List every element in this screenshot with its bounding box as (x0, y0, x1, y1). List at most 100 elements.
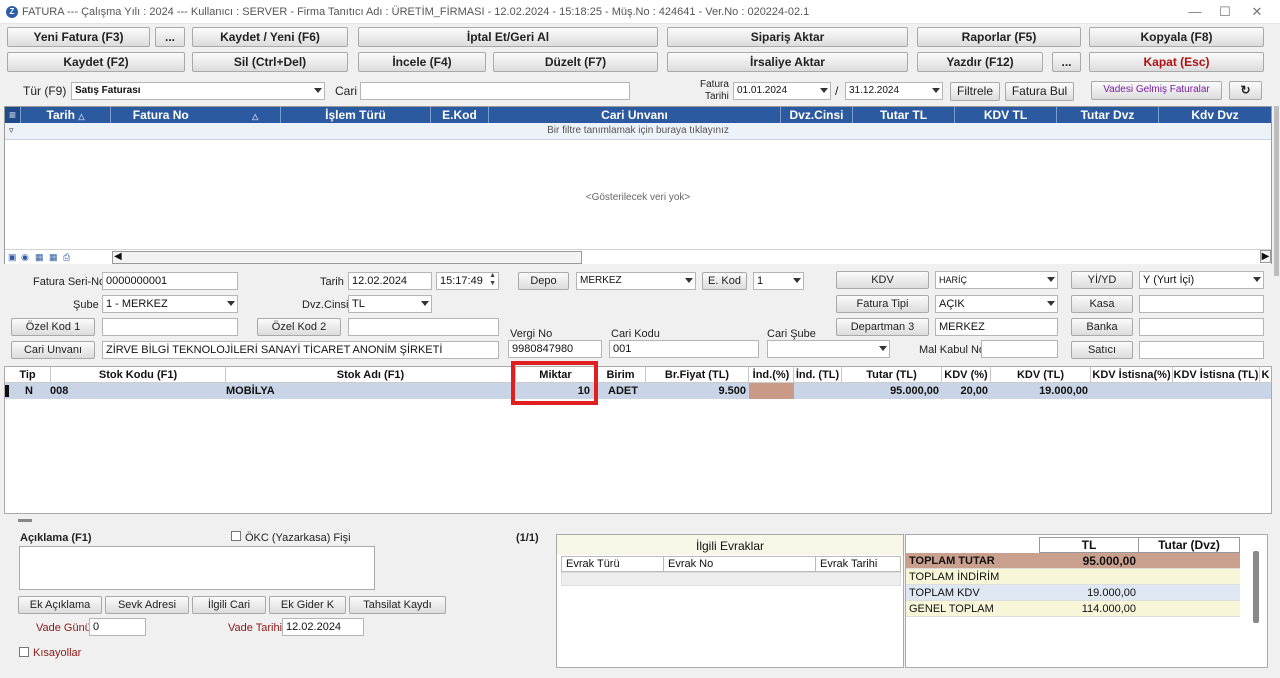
vade-tarihi-input[interactable]: 12.02.2024 (282, 618, 364, 636)
ozel-kod1-button[interactable]: Özel Kod 1 (11, 318, 95, 336)
splitter-handle[interactable] (18, 519, 32, 522)
col-cari-unvani[interactable]: Cari Unvanı (489, 107, 781, 123)
kaydet-button[interactable]: Kaydet (F2) (7, 52, 185, 72)
col-evrak-tarihi[interactable]: Evrak Tarihi (816, 557, 900, 571)
cell-stok-adi[interactable]: MOBİLYA (226, 383, 506, 399)
close-icon[interactable]: ✕ (1242, 3, 1272, 21)
col-stok-adi[interactable]: Stok Adı (F1) (226, 367, 516, 383)
window-scrollbar[interactable] (1274, 106, 1279, 276)
fatura-tipi-select[interactable]: AÇIK (935, 295, 1058, 313)
col-islem-turu[interactable]: İşlem Türü (281, 107, 431, 123)
kasa-button[interactable]: Kasa (1071, 295, 1133, 313)
okc-checkbox[interactable] (231, 531, 241, 541)
cell-ind-tl[interactable] (794, 383, 842, 399)
col-tutar[interactable]: Tutar (TL) (842, 367, 942, 383)
sevk-adresi-button[interactable]: Sevk Adresi (105, 596, 189, 614)
col-kdv-istisna-pct[interactable]: KDV İstisna(%) (1091, 367, 1173, 383)
iptal-button[interactable]: İptal Et/Geri Al (358, 27, 658, 47)
tarih-input[interactable]: 12.02.2024 (348, 272, 432, 290)
scroll-left-icon[interactable]: ◀ (114, 251, 122, 262)
cell-kdv-pct[interactable]: 20,00 (942, 383, 988, 399)
horizontal-scrollbar[interactable]: ◀ (112, 251, 582, 264)
ilgili-cari-button[interactable]: İlgili Cari (192, 596, 266, 614)
cari-input[interactable] (360, 82, 630, 100)
dvz-cinsi-select[interactable]: TL (348, 295, 432, 313)
vadesi-gelmis-button[interactable]: Vadesi Gelmiş Faturalar (1091, 81, 1222, 100)
sube-select[interactable]: 1 - MERKEZ (102, 295, 238, 313)
col-tarih[interactable]: Tarih △ (21, 107, 111, 123)
col-stok-kodu[interactable]: Stok Kodu (F1) (51, 367, 226, 383)
cari-unvani-button[interactable]: Cari Unvanı (11, 341, 95, 359)
ekod-button[interactable]: E. Kod (702, 272, 747, 290)
yazdir-button[interactable]: Yazdır (F12) (917, 52, 1043, 72)
cell-br-fiyat[interactable]: 9.500 (646, 383, 746, 399)
cari-kodu-input[interactable]: 001 (609, 340, 759, 358)
maximize-icon[interactable]: ☐ (1210, 3, 1240, 21)
cell-kdv-istisna-tl[interactable] (1173, 383, 1260, 399)
cell-ind-pct[interactable] (749, 383, 794, 399)
cell-tip[interactable]: N (25, 383, 45, 399)
tur-select[interactable]: Satış Faturası (71, 82, 325, 100)
refresh-icon[interactable]: ↻ (1229, 81, 1262, 100)
yiyd-button[interactable]: Yİ/YD (1071, 271, 1133, 289)
more-button-2[interactable]: ... (1052, 52, 1081, 72)
siparis-aktar-button[interactable]: Sipariş Aktar (667, 27, 908, 47)
cari-sube-select[interactable] (767, 340, 890, 358)
banka-button[interactable]: Banka (1071, 318, 1133, 336)
departman-input[interactable]: MERKEZ (935, 318, 1058, 336)
col-ind-tl[interactable]: İnd. (TL) (794, 367, 842, 383)
tahsilat-kaydi-button[interactable]: Tahsilat Kaydı (349, 596, 446, 614)
col-kdv-tl[interactable]: KDV (TL) (991, 367, 1091, 383)
print-icon[interactable]: ⎙ (63, 252, 70, 263)
fatura-tipi-button[interactable]: Fatura Tipi (836, 295, 929, 313)
col-birim[interactable]: Birim (596, 367, 646, 383)
cari-unvani-input[interactable]: ZİRVE BİLGİ TEKNOLOJİLERİ SANAYİ TİCARET… (102, 341, 499, 359)
kdv-button[interactable]: KDV (836, 271, 929, 289)
col-evrak-turu[interactable]: Evrak Türü (562, 557, 664, 571)
depo-button[interactable]: Depo (518, 272, 569, 290)
col-evrak-no[interactable]: Evrak No (664, 557, 816, 571)
kopyala-button[interactable]: Kopyala (F8) (1089, 27, 1264, 47)
col-ind-pct[interactable]: İnd.(%) (749, 367, 794, 383)
aciklama-textarea[interactable] (19, 546, 375, 590)
scroll-right-icon[interactable]: ▶ (1260, 250, 1271, 263)
filter-row[interactable]: ▿ Bir filtre tanımlamak için buraya tıkl… (5, 123, 1271, 140)
irsaliye-aktar-button[interactable]: İrsaliye Aktar (667, 52, 908, 72)
kapat-button[interactable]: Kapat (Esc) (1089, 52, 1264, 72)
departman-button[interactable]: Departman 3 (836, 318, 929, 336)
vade-gunu-input[interactable]: 0 (89, 618, 146, 636)
minimize-icon[interactable]: — (1180, 3, 1210, 21)
col-br-fiyat[interactable]: Br.Fiyat (TL) (646, 367, 749, 383)
fatura-seri-no-input[interactable]: 0000000001 (102, 272, 238, 290)
col-fatura-no[interactable]: Fatura No △ (111, 107, 281, 123)
ek-aciklama-button[interactable]: Ek Açıklama (18, 596, 102, 614)
ozel-kod2-button[interactable]: Özel Kod 2 (257, 318, 341, 336)
kisayollar-checkbox[interactable] (19, 647, 29, 657)
col-tip[interactable]: Tip (5, 367, 51, 383)
ekod-select[interactable]: 1 (753, 272, 804, 290)
col-ekod[interactable]: E.Kod (431, 107, 489, 123)
ozel-kod1-input[interactable] (102, 318, 238, 336)
zoom-out-icon[interactable]: ▦ (49, 252, 58, 263)
kasa-input[interactable] (1139, 295, 1264, 313)
mal-kabul-input[interactable] (981, 340, 1058, 358)
cell-kdv-istisna-pct[interactable] (1091, 383, 1173, 399)
cell-birim[interactable]: ADET (608, 383, 648, 399)
date-from-select[interactable]: 01.01.2024 (733, 82, 831, 100)
cell-tutar[interactable]: 95.000,00 (842, 383, 939, 399)
fatura-bul-button[interactable]: Fatura Bul (1005, 82, 1074, 101)
depo-select[interactable]: MERKEZ (576, 272, 696, 290)
grid-menu-icon[interactable]: ≡ (5, 107, 21, 123)
date-to-select[interactable]: 31.12.2024 (845, 82, 943, 100)
incele-button[interactable]: İncele (F4) (358, 52, 486, 72)
duzelt-button[interactable]: Düzelt (F7) (493, 52, 658, 72)
totals-scrollbar[interactable] (1253, 551, 1259, 623)
col-kdv-pct[interactable]: KDV (%) (942, 367, 991, 383)
sil-button[interactable]: Sil (Ctrl+Del) (192, 52, 348, 72)
banka-input[interactable] (1139, 318, 1264, 336)
raporlar-button[interactable]: Raporlar (F5) (917, 27, 1081, 47)
col-kdv-tl[interactable]: KDV TL (955, 107, 1057, 123)
vergi-no-input[interactable]: 9980847980 (508, 340, 602, 358)
spinner-icon[interactable]: ▲ ▼ (489, 273, 496, 288)
col-kdv-dvz[interactable]: Kdv Dvz (1159, 107, 1271, 123)
